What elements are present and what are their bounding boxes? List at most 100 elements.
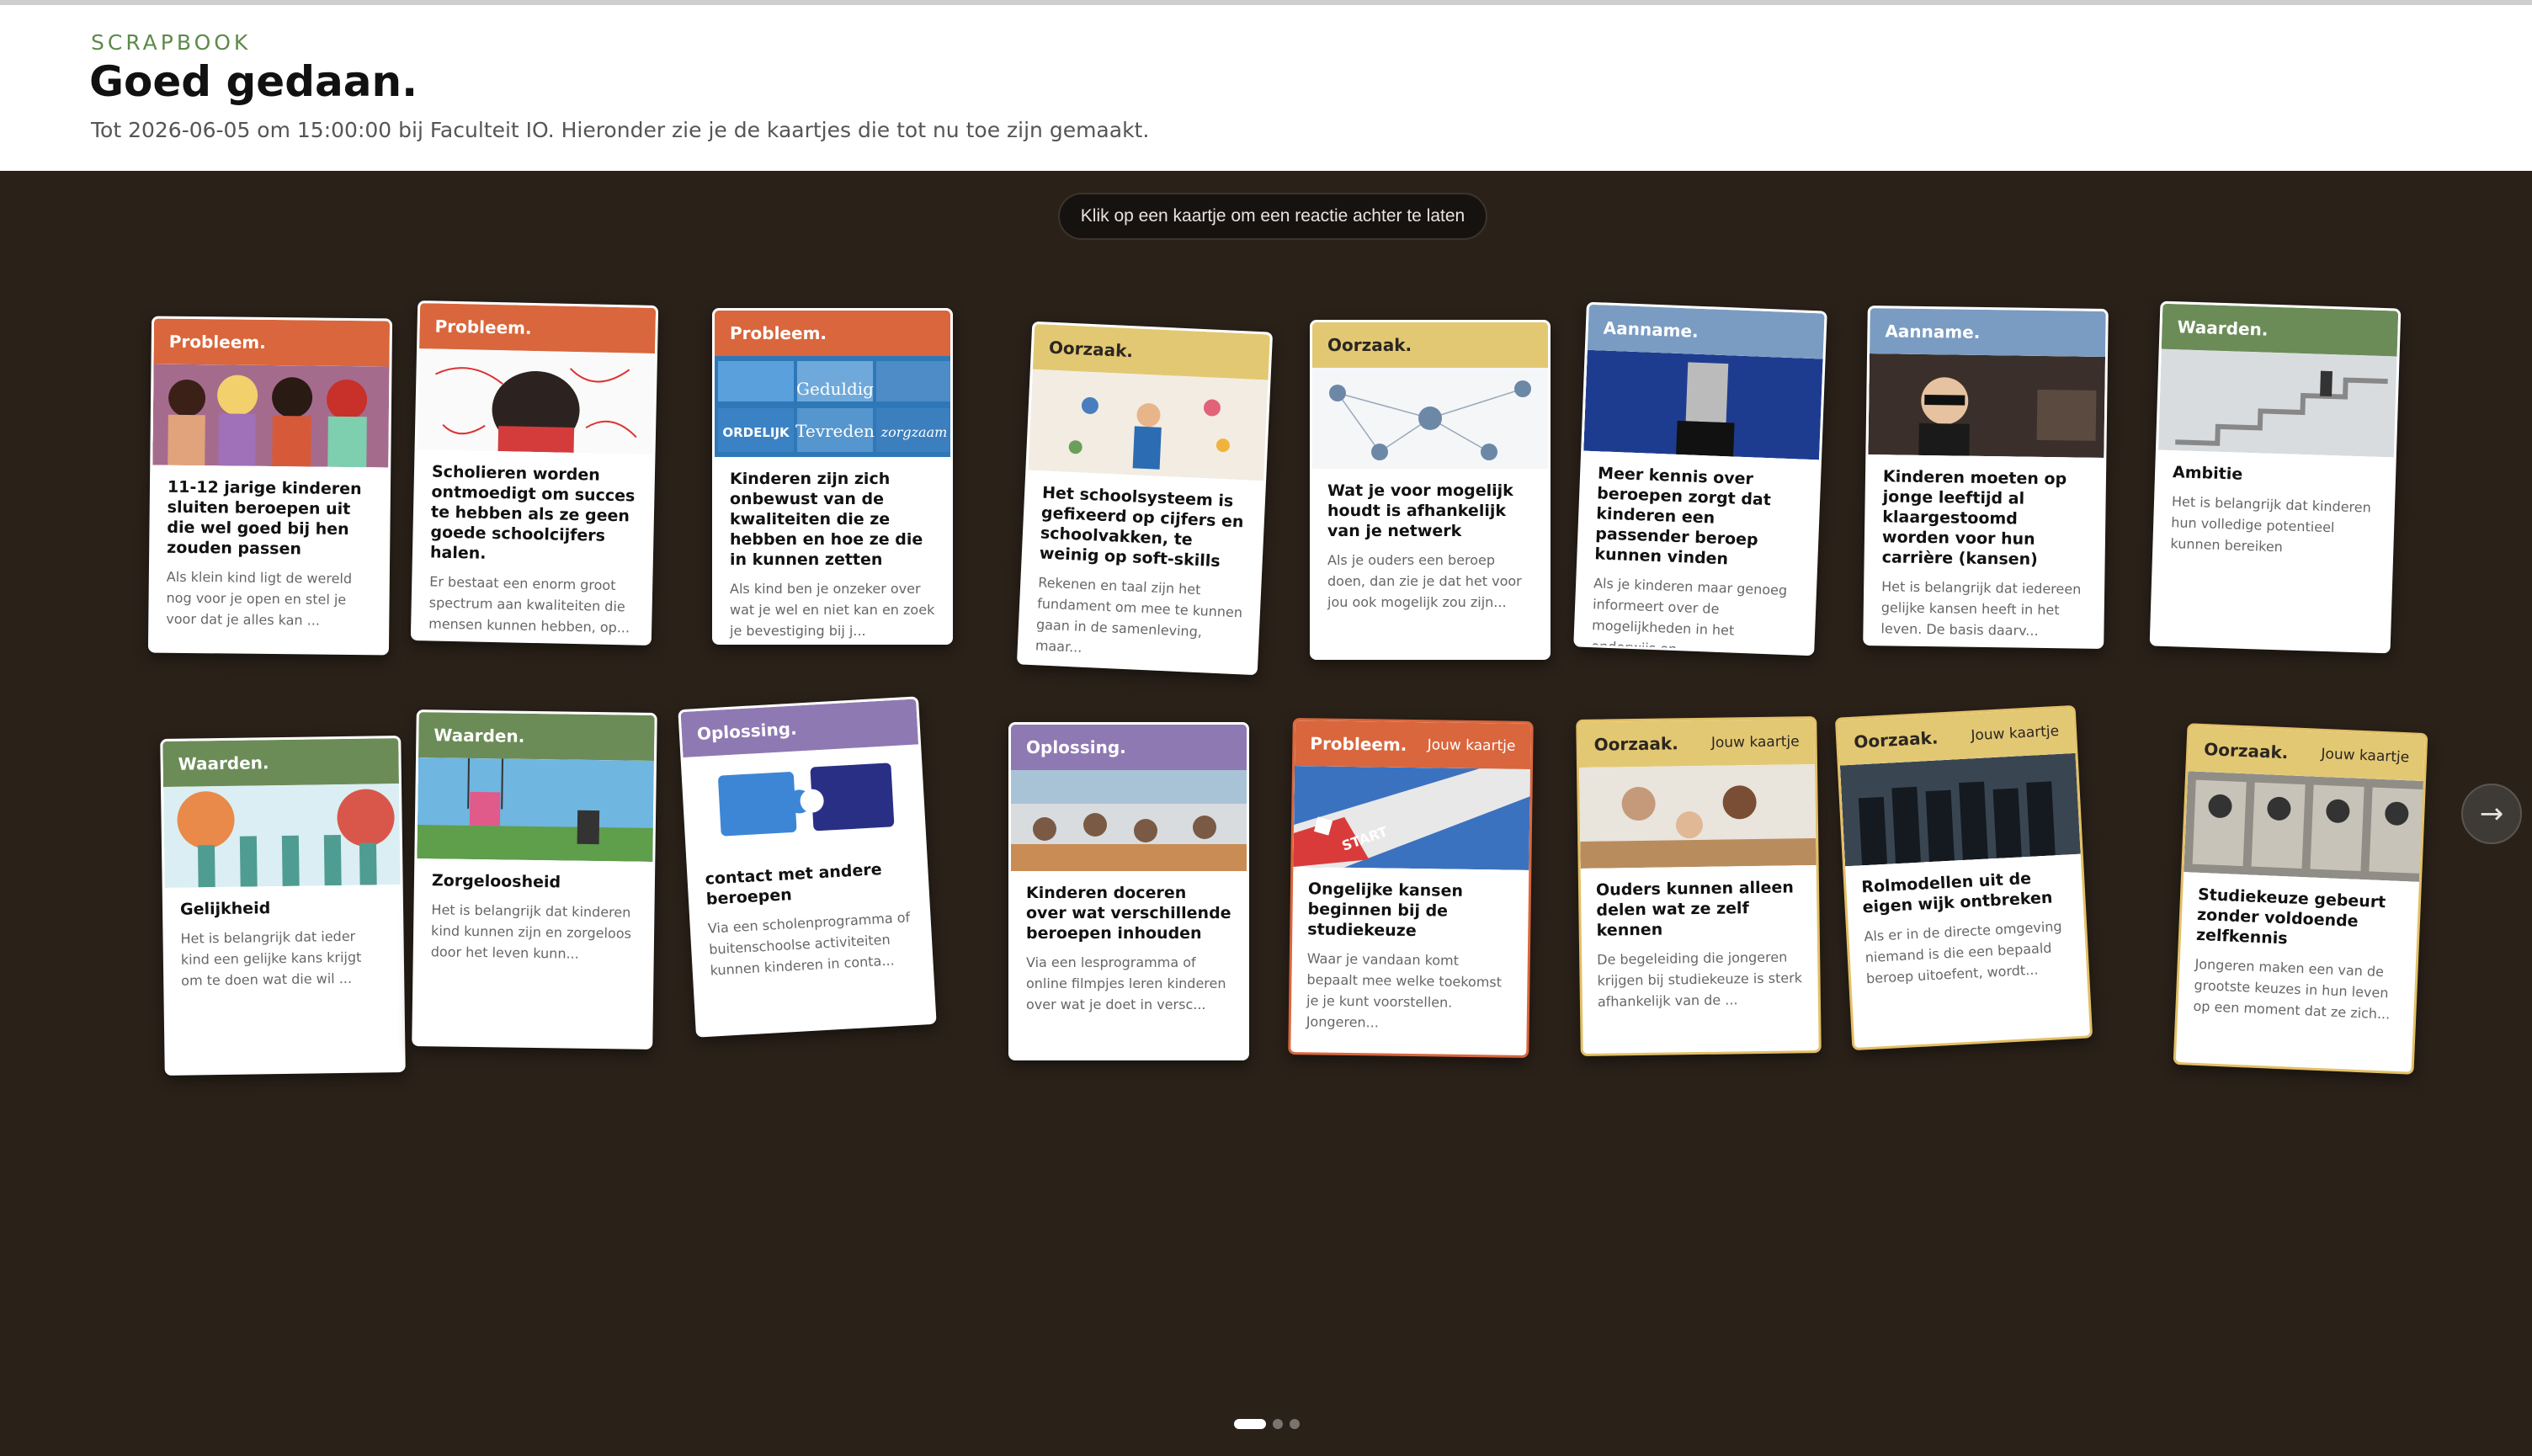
card-title: Ongelijke kansen beginnen bij de studiek… xyxy=(1307,879,1464,941)
idea-card[interactable]: Oorzaak. Wat je voor mogelijk houdt is a… xyxy=(1310,320,1551,660)
idea-card[interactable]: Probleem. Geduldig ORDELIJK Tevreden zor… xyxy=(712,308,953,645)
card-title: Scholieren worden ontmoedigt om succes t… xyxy=(429,462,636,563)
card-image: Geduldig ORDELIJK Tevreden zorgzaam xyxy=(715,356,950,457)
card-body: Het is belangrijk dat iedereen gelijke k… xyxy=(1880,578,2082,639)
idea-card[interactable]: Oplossing. Kinderen doceren over wat ver… xyxy=(1008,722,1249,1060)
page-subtitle: Tot 2026-06-05 om 15:00:00 bij Faculteit… xyxy=(91,118,1150,142)
card-image xyxy=(2184,771,2423,882)
card-body: Als je ouders een beroep doen, dan zie j… xyxy=(1327,552,1522,610)
idea-card[interactable]: Waarden. Gelijkheid Het is belangrijk dat… xyxy=(160,736,406,1076)
idea-card[interactable]: Waarden. Zorgeloosheid Het is belangrijk … xyxy=(412,709,657,1049)
card-category-label: Waarden. xyxy=(2177,316,2269,340)
card-title: Studiekeuze gebeurt zonder voldoende zel… xyxy=(2195,885,2386,949)
app-eyebrow: SCRAPBOOK xyxy=(91,30,252,55)
card-body: Als er in de directe omgeving niemand is… xyxy=(1863,917,2063,987)
card-title: Wat je voor mogelijk houdt is afhankelij… xyxy=(1327,481,1513,540)
card-category-header: Probleem. Jouw kaartje xyxy=(1295,720,1531,769)
card-category-label: Oplossing. xyxy=(1026,737,1126,757)
pagination-dot-3[interactable] xyxy=(1290,1419,1300,1429)
card-title: Kinderen doceren over wat verschillende … xyxy=(1026,884,1231,943)
idea-card[interactable]: Oorzaak. Jouw kaartje Studiekeuze gebeurt… xyxy=(2173,723,2428,1075)
card-image xyxy=(1868,353,2106,458)
my-card-badge: Jouw kaartje xyxy=(1427,736,1516,755)
card-title: Kinderen zijn zich onbewust van de kwali… xyxy=(730,470,923,569)
pagination-dot-2[interactable] xyxy=(1273,1419,1283,1429)
card-title: Ouders kunnen alleen delen wat ze zelf k… xyxy=(1595,878,1795,940)
idea-card[interactable]: Waarden. Ambitie Het is belangrijk dat ki… xyxy=(2149,300,2402,654)
card-category-label: Oorzaak. xyxy=(2203,739,2289,763)
card-category-label: Oorzaak. xyxy=(1593,733,1678,755)
my-card-badge: Jouw kaartje xyxy=(1970,722,2060,745)
card-category-label: Probleem. xyxy=(434,316,532,338)
card-body: Als kind ben je onzeker over wat je wel … xyxy=(730,581,935,639)
idea-card[interactable]: Oorzaak. Het schoolsysteem is gefixeerd … xyxy=(1016,321,1274,676)
card-body: Waar je vandaan komt bepaalt mee welke t… xyxy=(1306,950,1503,1031)
svg-text:Geduldig: Geduldig xyxy=(796,379,874,399)
card-category-label: Oplossing. xyxy=(696,718,798,745)
card-category-label: Waarden. xyxy=(178,752,269,774)
card-body: Via een scholenprogramma of buitenschool… xyxy=(707,909,911,979)
idea-card[interactable]: Probleem. Scholieren worden ontmoedigt o… xyxy=(410,300,659,646)
card-image: START xyxy=(1293,766,1530,870)
card-image xyxy=(417,348,656,454)
card-image xyxy=(152,364,390,468)
card-category-label: Waarden. xyxy=(434,725,525,747)
card-category-header: Probleem. xyxy=(715,311,950,356)
card-category-header: Waarden. xyxy=(418,712,655,761)
hint-pill: Klik op een kaartje om een reactie achte… xyxy=(1058,193,1487,240)
card-title: Gelijkheid xyxy=(179,899,271,919)
pagination-dot-1[interactable] xyxy=(1234,1419,1266,1429)
idea-card[interactable]: Probleem. 11-12 jarige kinderen sluiten … xyxy=(147,316,393,656)
svg-text:ORDELIJK: ORDELIJK xyxy=(722,425,790,440)
card-category-header: Waarden. xyxy=(162,738,399,787)
card-category-label: Probleem. xyxy=(168,331,266,353)
card-category-label: Aanname. xyxy=(1885,321,1981,343)
svg-text:zorgzaam: zorgzaam xyxy=(880,424,948,440)
card-body: De begeleiding die jongeren krijgen bij … xyxy=(1597,949,1803,1010)
card-category-label: Probleem. xyxy=(730,323,827,343)
card-body: Jongeren maken een van de grootste keuze… xyxy=(2193,955,2391,1023)
card-image xyxy=(1839,752,2081,867)
card-category-label: Oorzaak. xyxy=(1327,335,1412,355)
my-card-badge: Jouw kaartje xyxy=(2321,745,2410,767)
card-title: Kinderen moeten op jonge leeftijd al kla… xyxy=(1881,467,2067,569)
card-image xyxy=(1028,369,1269,481)
idea-card[interactable]: Aanname. Meer kennis over beroepen zorgt… xyxy=(1573,301,1827,656)
card-category-header: Probleem. xyxy=(419,303,657,353)
card-body: Als je kinderen maar genoeg informeert o… xyxy=(1590,575,1788,656)
card-category-header: Oplossing. xyxy=(1011,725,1247,770)
card-title: Zorgeloosheid xyxy=(431,871,561,892)
card-image xyxy=(163,784,401,888)
card-image xyxy=(1579,764,1817,869)
svg-text:Tevreden: Tevreden xyxy=(795,421,875,441)
card-category-header: Probleem. xyxy=(153,318,391,367)
card-body: Als klein kind ligt de wereld nog voor j… xyxy=(166,568,353,629)
idea-card[interactable]: Probleem. Jouw kaartje START Ongelijke ka… xyxy=(1288,718,1534,1058)
card-body: Er bestaat een enorm groot spectrum aan … xyxy=(428,573,630,636)
card-body: Het is belangrijk dat ieder kind een gel… xyxy=(180,927,362,989)
card-category-label: Oorzaak. xyxy=(1853,727,1939,752)
idea-card[interactable]: Oorzaak. Jouw kaartje Rolmodellen uit de … xyxy=(1834,704,2093,1051)
card-image xyxy=(683,744,924,858)
card-body: Het is belangrijk dat kinderen kind kunn… xyxy=(430,901,632,962)
card-category-header: Aanname. xyxy=(1870,308,2106,357)
card-title: Meer kennis over beroepen zorgt dat kind… xyxy=(1594,464,1772,569)
card-body: Rekenen en taal zijn het fundament om me… xyxy=(1035,574,1243,656)
pagination-dots xyxy=(1234,1419,1300,1429)
arrow-right-icon: → xyxy=(2479,797,2504,831)
idea-card[interactable]: Oplossing. contact met andere beroepen Vi… xyxy=(678,696,937,1038)
card-image xyxy=(1583,349,1823,460)
idea-card[interactable]: Aanname. Kinderen moeten op jonge leefti… xyxy=(1863,306,2109,649)
card-body: Het is belangrijk dat kinderen hun volle… xyxy=(2170,493,2372,555)
card-category-header: Oorzaak. Jouw kaartje xyxy=(1578,719,1815,768)
idea-card[interactable]: Oorzaak. Jouw kaartje Ouders kunnen allee… xyxy=(1576,716,1822,1056)
page-header: SCRAPBOOK Goed gedaan. Tot 2026-06-05 om… xyxy=(0,0,2532,171)
next-page-button[interactable]: → xyxy=(2461,784,2522,844)
card-category-label: Oorzaak. xyxy=(1048,337,1134,362)
card-category-header: Oorzaak. xyxy=(1312,322,1548,368)
card-category-label: Aanname. xyxy=(1603,317,1700,342)
card-body: Via een lesprogramma of online filmpjes … xyxy=(1026,954,1226,1012)
page-title: Goed gedaan. xyxy=(89,57,418,106)
my-card-badge: Jouw kaartje xyxy=(1710,733,1800,752)
card-category-label: Probleem. xyxy=(1310,733,1407,755)
